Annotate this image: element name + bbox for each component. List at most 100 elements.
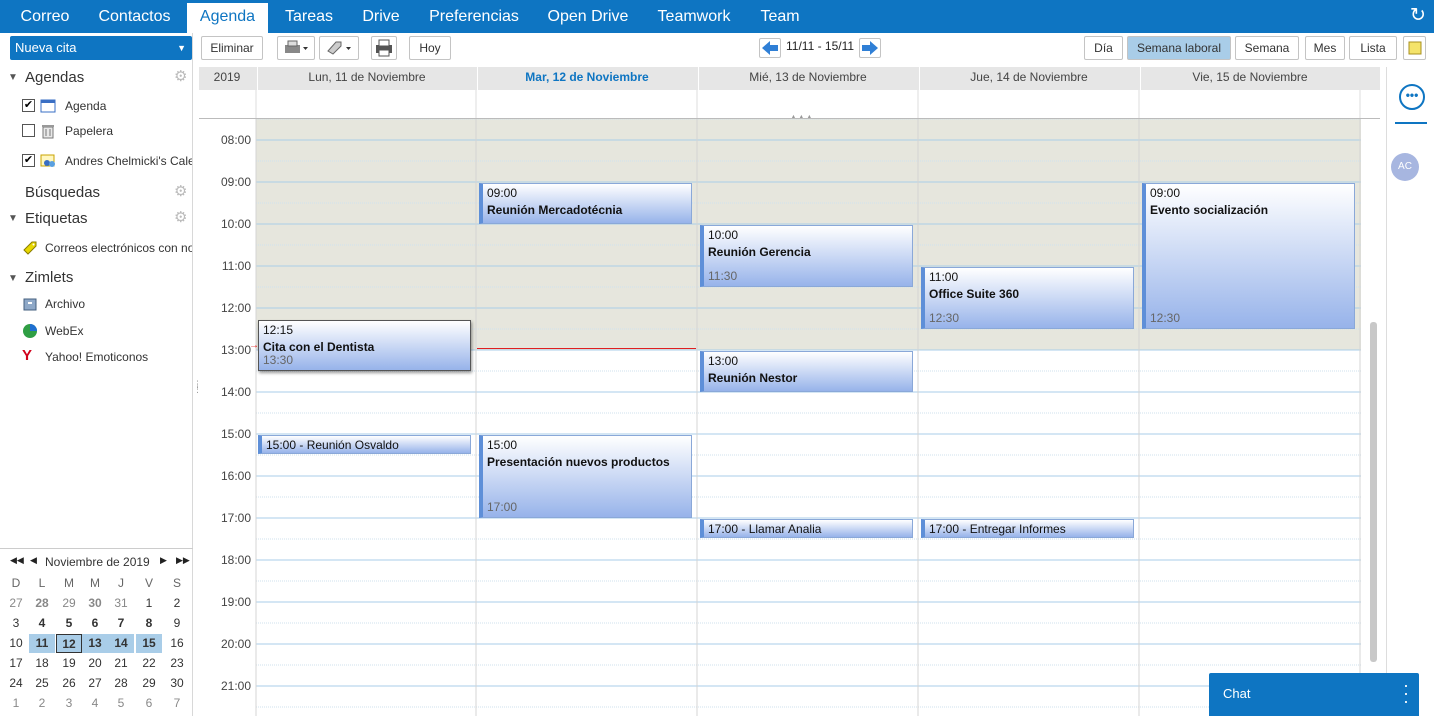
checkbox[interactable]: [22, 124, 35, 137]
mini-calendar-day[interactable]: 18: [29, 654, 55, 673]
avatar[interactable]: AC: [1391, 153, 1419, 181]
mini-calendar-day[interactable]: 9: [164, 614, 190, 633]
tab-correo[interactable]: Correo: [10, 3, 80, 33]
mini-calendar-day[interactable]: 1: [3, 694, 29, 713]
view-month-button[interactable]: Mes: [1305, 36, 1345, 60]
view-day-button[interactable]: Día: [1084, 36, 1123, 60]
mini-calendar-day[interactable]: 5: [108, 694, 134, 713]
calendar-event[interactable]: 09:00 Evento socialización 12:30: [1142, 183, 1355, 329]
mini-calendar-day[interactable]: 4: [29, 614, 55, 633]
day-header-fri[interactable]: Vie, 15 de Noviembre: [1140, 67, 1359, 90]
scrollbar-thumb[interactable]: [1370, 322, 1377, 662]
next-year-icon[interactable]: ▶▶: [176, 555, 190, 566]
mini-calendar-day[interactable]: 21: [108, 654, 134, 673]
collapse-arrow-icon[interactable]: ▼: [8, 273, 18, 284]
collapse-arrow-icon[interactable]: ▼: [8, 213, 18, 224]
mini-calendar-day[interactable]: 30: [164, 674, 190, 693]
collapse-arrow-icon[interactable]: ▼: [8, 72, 18, 83]
calendar-item-agenda[interactable]: ✔ Agenda: [22, 96, 192, 116]
print-menu-button[interactable]: [277, 36, 315, 60]
day-header-tue[interactable]: Mar, 12 de Noviembre: [477, 67, 696, 90]
mini-calendar-day[interactable]: 16: [164, 634, 190, 653]
calendar-item-papelera[interactable]: Papelera: [22, 121, 192, 141]
gear-icon[interactable]: ⚙: [174, 210, 187, 225]
prev-week-button[interactable]: [759, 38, 781, 58]
mini-calendar-day[interactable]: 27: [82, 674, 108, 693]
mini-calendar-day[interactable]: 8: [136, 614, 162, 633]
tab-drive[interactable]: Drive: [352, 3, 410, 33]
zimlet-item-webex[interactable]: WebEx: [22, 321, 192, 341]
mini-calendar-day[interactable]: 28: [108, 674, 134, 693]
calendar-event[interactable]: 15:00 - Reunión Osvaldo: [258, 435, 471, 454]
calendar-event[interactable]: 13:00 Reunión Nestor: [700, 351, 913, 392]
notes-button[interactable]: [1403, 36, 1426, 60]
zimlet-item-yahoo[interactable]: Y Yahoo! Emoticonos: [22, 347, 192, 367]
mini-calendar-day[interactable]: 25: [29, 674, 55, 693]
tab-team[interactable]: Team: [750, 3, 810, 33]
mini-calendar-day[interactable]: 6: [136, 694, 162, 713]
mini-calendar-day[interactable]: 11: [29, 634, 55, 653]
mini-calendar-day[interactable]: 31: [108, 594, 134, 613]
mini-calendar-day[interactable]: 19: [56, 654, 82, 673]
checkbox[interactable]: ✔: [22, 154, 35, 167]
chat-bubble-icon[interactable]: •••: [1399, 84, 1425, 110]
checkbox[interactable]: ✔: [22, 99, 35, 112]
mini-calendar-day[interactable]: 17: [3, 654, 29, 673]
mini-calendar-day[interactable]: 2: [29, 694, 55, 713]
day-header-thu[interactable]: Jue, 14 de Noviembre: [919, 67, 1138, 90]
mini-calendar-day[interactable]: 23: [164, 654, 190, 673]
calendar-event[interactable]: 17:00 - Entregar Informes: [921, 519, 1134, 538]
mini-calendar-day[interactable]: 7: [164, 694, 190, 713]
mini-calendar-day[interactable]: 4: [82, 694, 108, 713]
mini-calendar-day[interactable]: 24: [3, 674, 29, 693]
next-week-button[interactable]: [859, 38, 881, 58]
view-workweek-button[interactable]: Semana laboral: [1127, 36, 1231, 60]
refresh-icon[interactable]: ↻: [1408, 6, 1428, 26]
calendar-event[interactable]: 17:00 - Llamar Analia: [700, 519, 913, 538]
tag-item[interactable]: Correos electrónicos con notas: [22, 238, 192, 258]
prev-month-icon[interactable]: ◀: [30, 555, 37, 566]
mini-calendar-day[interactable]: 29: [56, 594, 82, 613]
tab-teamwork[interactable]: Teamwork: [648, 3, 740, 33]
mini-calendar-day[interactable]: 6: [82, 614, 108, 633]
panel-resize-handle[interactable]: ⋮ ⋮: [193, 380, 202, 398]
next-month-icon[interactable]: ▶: [160, 555, 167, 566]
mini-calendar-day[interactable]: 26: [56, 674, 82, 693]
calendar-item-shared[interactable]: ✔ Andres Chelmicki's Calendar: [22, 151, 192, 171]
mini-calendar-day[interactable]: 27: [3, 594, 29, 613]
mini-calendar-day[interactable]: 15: [136, 634, 162, 653]
mini-calendar-day[interactable]: 5: [56, 614, 82, 633]
mini-calendar-day[interactable]: 28: [29, 594, 55, 613]
mini-calendar-day[interactable]: 14: [108, 634, 134, 653]
mini-calendar-day[interactable]: 12: [56, 634, 82, 653]
time-grid[interactable]: 08:00 09:00 10:00 11:00 12:00 13:00 14:00 15:00…: [199, 118, 1380, 716]
vertical-scrollbar[interactable]: [1369, 122, 1379, 716]
calendar-event[interactable]: 15:00 Presentación nuevos productos 17:00: [479, 435, 692, 518]
calendar-event[interactable]: 12:15 Cita con el Dentista 13:30: [258, 319, 471, 371]
mini-calendar-day[interactable]: 20: [82, 654, 108, 673]
new-appointment-button[interactable]: Nueva cita ▼: [10, 36, 192, 60]
calendar-event[interactable]: 10:00 Reunión Gerencia 11:30: [700, 225, 913, 287]
tab-contactos[interactable]: Contactos: [88, 3, 181, 33]
mini-calendar-day[interactable]: 22: [136, 654, 162, 673]
mini-calendar-day[interactable]: 13: [82, 634, 108, 653]
chat-bar[interactable]: Chat · · ·: [1209, 673, 1419, 716]
mini-calendar-day[interactable]: 3: [56, 694, 82, 713]
tab-preferencias[interactable]: Preferencias: [420, 3, 528, 33]
print-button[interactable]: [371, 36, 397, 60]
view-list-button[interactable]: Lista: [1349, 36, 1397, 60]
calendar-event[interactable]: 11:00 Office Suite 360 12:30: [921, 267, 1134, 329]
gear-icon[interactable]: ⚙: [174, 184, 187, 199]
zimlet-item-archivo[interactable]: Archivo: [22, 294, 192, 314]
calendar-event[interactable]: 09:00 Reunión Mercadotécnia: [479, 183, 692, 224]
day-header-wed[interactable]: Mié, 13 de Noviembre: [698, 67, 917, 90]
delete-button[interactable]: Eliminar: [201, 36, 263, 60]
prev-year-icon[interactable]: ◀◀: [10, 555, 24, 566]
mini-calendar-day[interactable]: 30: [82, 594, 108, 613]
day-header-mon[interactable]: Lun, 11 de Noviembre: [257, 67, 476, 90]
mini-calendar-day[interactable]: 7: [108, 614, 134, 633]
view-week-button[interactable]: Semana: [1235, 36, 1299, 60]
mini-calendar-day[interactable]: 10: [3, 634, 29, 653]
more-options-icon[interactable]: · · ·: [1403, 676, 1409, 710]
tab-agenda[interactable]: Agenda: [187, 3, 268, 33]
